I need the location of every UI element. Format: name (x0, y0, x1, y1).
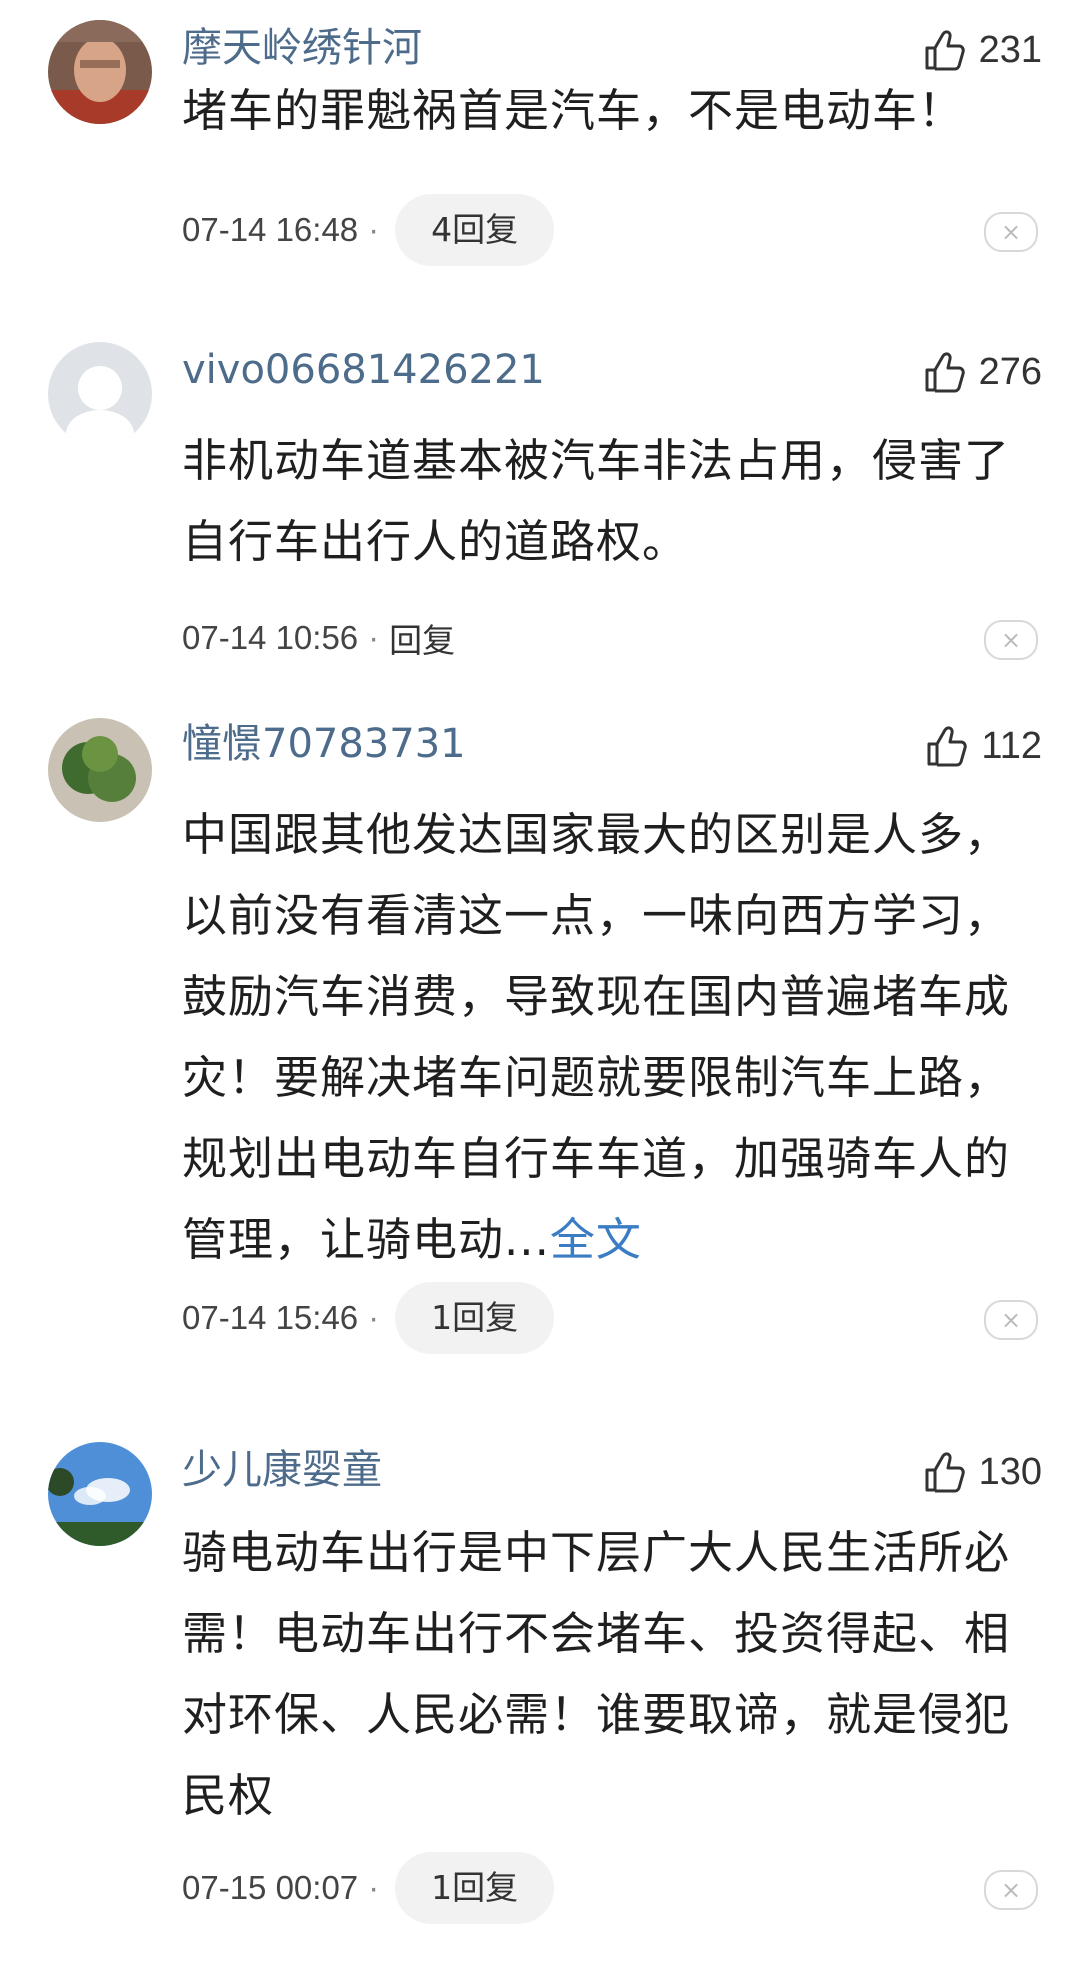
comment-meta: 07-14 15:46 · 1回复 (182, 1282, 555, 1354)
comment-meta: 07-15 00:07 · 1回复 (182, 1852, 555, 1924)
avatar-image (48, 20, 152, 124)
close-icon: × (1000, 1876, 1022, 1904)
like-button[interactable]: 130 (921, 1442, 1042, 1502)
comment-text-body: 堵车的罪魁祸首是汽车，不是电动车！ (182, 84, 965, 137)
close-icon: × (1000, 218, 1022, 246)
avatar[interactable] (48, 1442, 152, 1546)
dismiss-button[interactable]: × (984, 1870, 1038, 1910)
thumbs-up-icon (927, 726, 968, 767)
comment-item: 摩天岭绣针河 231 堵车的罪魁祸首是汽车，不是电动车！ 07-14 16:48… (0, 0, 1080, 300)
comment-text: 堵车的罪魁祸首是汽车，不是电动车！ (182, 70, 1022, 151)
thumbs-up-icon (925, 30, 965, 71)
timestamp: 07-14 15:46 (182, 1299, 359, 1336)
username[interactable]: 少儿康婴童 (182, 1440, 382, 1500)
expand-full-text-link[interactable]: 全文 (550, 1213, 642, 1266)
avatar[interactable] (48, 718, 152, 822)
dismiss-button[interactable]: × (984, 212, 1038, 252)
timestamp: 07-14 16:48 (182, 211, 359, 248)
like-button[interactable]: 276 (921, 342, 1042, 402)
comment-meta: 07-14 10:56 · 回复 (182, 602, 455, 674)
meta-separator: · (368, 1869, 380, 1906)
avatar-image (48, 342, 152, 446)
avatar[interactable] (48, 342, 152, 446)
close-icon: × (1000, 626, 1022, 654)
timestamp: 07-14 10:56 (182, 619, 359, 656)
like-button[interactable]: 112 (923, 716, 1042, 776)
like-count: 276 (978, 350, 1042, 393)
meta-separator: · (368, 1299, 380, 1336)
comment-item: 少儿康婴童 130 骑电动车出行是中下层广大人民生活所必需！电动车出行不会堵车、… (0, 1422, 1080, 1964)
username[interactable]: 憧憬70783731 (182, 714, 466, 774)
avatar-image (48, 718, 152, 822)
comment-text-body: 非机动车道基本被汽车非法占用，侵害了自行车出行人的道路权。 (182, 434, 1011, 568)
comment-meta: 07-14 16:48 · 4回复 (182, 194, 555, 266)
comment-text-body: 中国跟其他发达国家最大的区别是人多，以前没有看清这一点，一味向西方学习，鼓励汽车… (182, 808, 1011, 1266)
reply-button[interactable]: 1回复 (395, 1852, 555, 1924)
dismiss-button[interactable]: × (984, 1300, 1038, 1340)
close-icon: × (1000, 1306, 1022, 1334)
comment-item: 憧憬70783731 112 中国跟其他发达国家最大的区别是人多，以前没有看清这… (0, 696, 1080, 1376)
reply-button[interactable]: 1回复 (395, 1282, 555, 1354)
avatar-image (48, 1442, 152, 1546)
comment-text: 非机动车道基本被汽车非法占用，侵害了自行车出行人的道路权。 (182, 420, 1022, 582)
like-count: 130 (978, 1450, 1042, 1493)
avatar[interactable] (48, 20, 152, 124)
username[interactable]: 摩天岭绣针河 (182, 18, 422, 78)
reply-button[interactable]: 4回复 (395, 194, 555, 266)
username[interactable]: vivo06681426221 (182, 340, 545, 400)
reply-button[interactable]: 回复 (389, 614, 455, 662)
timestamp: 07-15 00:07 (182, 1869, 359, 1906)
comment-text-body: 骑电动车出行是中下层广大人民生活所必需！电动车出行不会堵车、投资得起、相对环保、… (182, 1526, 1011, 1822)
meta-separator: · (368, 211, 380, 248)
comment-text: 骑电动车出行是中下层广大人民生活所必需！电动车出行不会堵车、投资得起、相对环保、… (182, 1512, 1022, 1836)
dismiss-button[interactable]: × (984, 620, 1038, 660)
like-count: 231 (978, 28, 1042, 71)
like-count: 112 (981, 724, 1042, 767)
comment-item: vivo06681426221 276 非机动车道基本被汽车非法占用，侵害了自行… (0, 322, 1080, 692)
thumbs-up-icon (925, 352, 965, 393)
meta-separator: · (368, 619, 380, 656)
thumbs-up-icon (925, 1452, 965, 1493)
comment-text: 中国跟其他发达国家最大的区别是人多，以前没有看清这一点，一味向西方学习，鼓励汽车… (182, 794, 1022, 1280)
